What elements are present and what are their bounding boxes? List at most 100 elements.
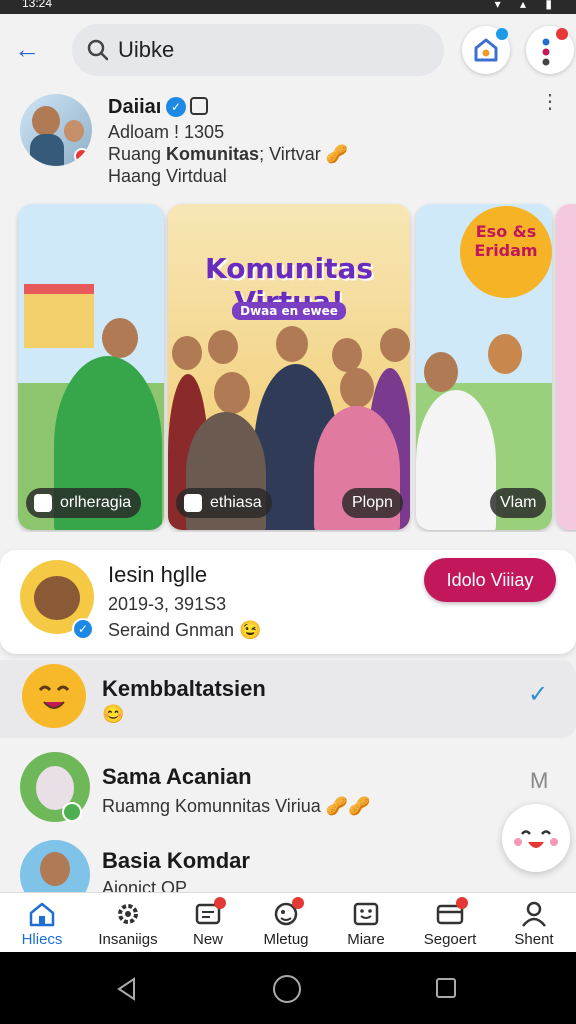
avatar-face <box>40 852 70 886</box>
news-icon <box>194 897 226 927</box>
status-icons: ▾ ▴ ▮ <box>494 0 560 11</box>
avatar-face <box>64 120 84 142</box>
nav-insights[interactable]: Insaniigs <box>92 901 164 948</box>
join-button[interactable]: Idolo Viiiay <box>424 558 556 602</box>
home-circle-icon[interactable] <box>272 974 302 1004</box>
live-badge <box>74 148 90 164</box>
nav-profile[interactable]: Shent <box>498 901 570 948</box>
nav-label: Miare <box>347 931 385 948</box>
system-nav-bar <box>0 952 576 1024</box>
notification-dot <box>496 28 508 40</box>
list-item[interactable]: Sama Acanian Ruamng Komunnitas Viriua 🥜🥜… <box>0 746 576 830</box>
frame-icon <box>353 902 379 926</box>
person-head <box>276 326 308 362</box>
smiley-icon <box>38 685 70 709</box>
nav-home[interactable]: Hliecs <box>6 901 78 948</box>
verified-icon: ✓ <box>166 97 186 117</box>
person-head <box>172 336 202 370</box>
caption-text: Plopn <box>352 494 393 511</box>
menu-button[interactable] <box>526 26 574 74</box>
search-field[interactable]: Uibke <box>72 24 444 76</box>
search-icon <box>87 39 109 61</box>
nav-new[interactable]: New <box>172 897 244 948</box>
emoji-fab[interactable] <box>502 804 570 872</box>
back-triangle-icon[interactable] <box>114 976 140 1002</box>
nav-segoert[interactable]: Segoert <box>414 897 486 948</box>
nav-badge <box>456 897 468 909</box>
camera-icon <box>190 97 208 115</box>
person-head <box>102 318 138 358</box>
nav-meeting[interactable]: Mletug <box>250 897 322 948</box>
top-bar: ← Uibke <box>0 14 576 88</box>
story-background <box>556 204 576 530</box>
story-carousel[interactable]: orlheragia Komunitas Virtua! Dwaa en ewe… <box>0 202 576 532</box>
list-title: Sama Acanian <box>102 764 252 789</box>
nav-label: Segoert <box>423 931 477 948</box>
list-title: Basia Komdar <box>102 848 250 873</box>
nav-label: Insaniigs <box>98 931 158 948</box>
caption-text: Vlam <box>500 494 537 511</box>
emoji-avatar <box>22 664 86 728</box>
list-avatar <box>20 840 90 892</box>
profile-community: Ruang Komunitas; Virtvar 🥜 <box>108 144 348 165</box>
featured-title: Iesin hglle <box>108 562 208 587</box>
trailing-label: M <box>530 768 549 793</box>
search-input[interactable]: Uibke <box>118 37 174 63</box>
verified-icon: ✓ <box>72 618 94 640</box>
story-card[interactable]: Eso &s Eridam Vlam <box>416 204 552 530</box>
meeting-icon <box>272 897 304 927</box>
community-bold: Komunitas <box>166 144 260 164</box>
community-home-button[interactable] <box>462 26 510 74</box>
list-title: Kembbaltatsien <box>102 676 266 701</box>
caption-text: orlheragia <box>60 494 132 511</box>
list-item[interactable]: Kembbaltatsien 😊 ✓ <box>0 660 576 738</box>
person-shirt <box>416 390 496 530</box>
profile-stat: Adloam ! 1305 <box>108 122 225 142</box>
list-subtitle: 😊 <box>102 704 125 724</box>
avatar-body <box>30 134 64 166</box>
story-caption: ethiasa <box>176 488 272 518</box>
list-subtitle: Ruamng Komunnitas Viriua 🥜🥜 <box>102 796 371 816</box>
caption-text: ethiasa <box>210 494 262 511</box>
community-prefix: Ruang <box>108 144 167 164</box>
nav-label: Shent <box>514 931 554 948</box>
featured-meta: 2019-3, 391S3 <box>108 594 227 614</box>
story-card[interactable]: orlheragia <box>18 204 164 530</box>
story-caption: orlheragia <box>26 488 142 518</box>
back-button[interactable]: ← <box>14 34 46 66</box>
story-card[interactable]: Komunitas Virtua! Dwaa en ewee ethiasa P… <box>168 204 410 530</box>
gear-icon <box>118 904 138 924</box>
person-head <box>380 328 410 362</box>
notification-dot <box>556 28 568 40</box>
nav-label: Mletug <box>263 931 309 948</box>
nav-badge <box>214 897 226 909</box>
profile-header: Daiiaı ✓ Adloam ! 1305 Ruang Komunitas; … <box>0 88 576 196</box>
person-icon <box>522 901 546 927</box>
caption-icon <box>184 494 202 512</box>
profile-more-button[interactable]: ⋮ <box>540 92 560 122</box>
story-caption: Vlam <box>490 488 547 518</box>
nav-label: New <box>192 931 223 948</box>
profile-subtitle: Haang Virtdual <box>108 166 227 186</box>
status-time: 13:24 <box>22 0 53 10</box>
nav-badge <box>292 897 304 909</box>
nav-frame[interactable]: Miare <box>330 901 402 948</box>
story-card[interactable] <box>556 204 576 530</box>
recents-square-icon[interactable] <box>434 976 458 1000</box>
community-suffix: ; Virtvar 🥜 <box>259 144 349 164</box>
balloon-text: Eso &s Eridam <box>474 222 538 260</box>
list-subtitle: Aionict OP <box>102 878 188 892</box>
profile-name: Daiiaı <box>108 96 162 118</box>
bear-face-icon <box>34 576 80 620</box>
happy-face-icon <box>514 830 558 848</box>
home-icon <box>29 902 55 927</box>
featured-subtitle: Seraind Gnman 😉 <box>108 620 262 640</box>
featured-community-card[interactable]: ✓ Iesin hglle 2019-3, 391S3 Seraind Gnma… <box>0 550 576 654</box>
profile-avatar[interactable] <box>20 94 92 166</box>
list-item[interactable]: Basia Komdar Aionict OP <box>0 836 576 892</box>
avatar-face <box>32 106 60 136</box>
bottom-nav: Hliecs Insaniigs New Mletug Miare Segoer… <box>0 892 576 952</box>
nav-label: Hliecs <box>21 931 63 948</box>
banner-subtitle: Dwaa en ewee <box>168 302 410 320</box>
card-icon <box>436 897 468 927</box>
